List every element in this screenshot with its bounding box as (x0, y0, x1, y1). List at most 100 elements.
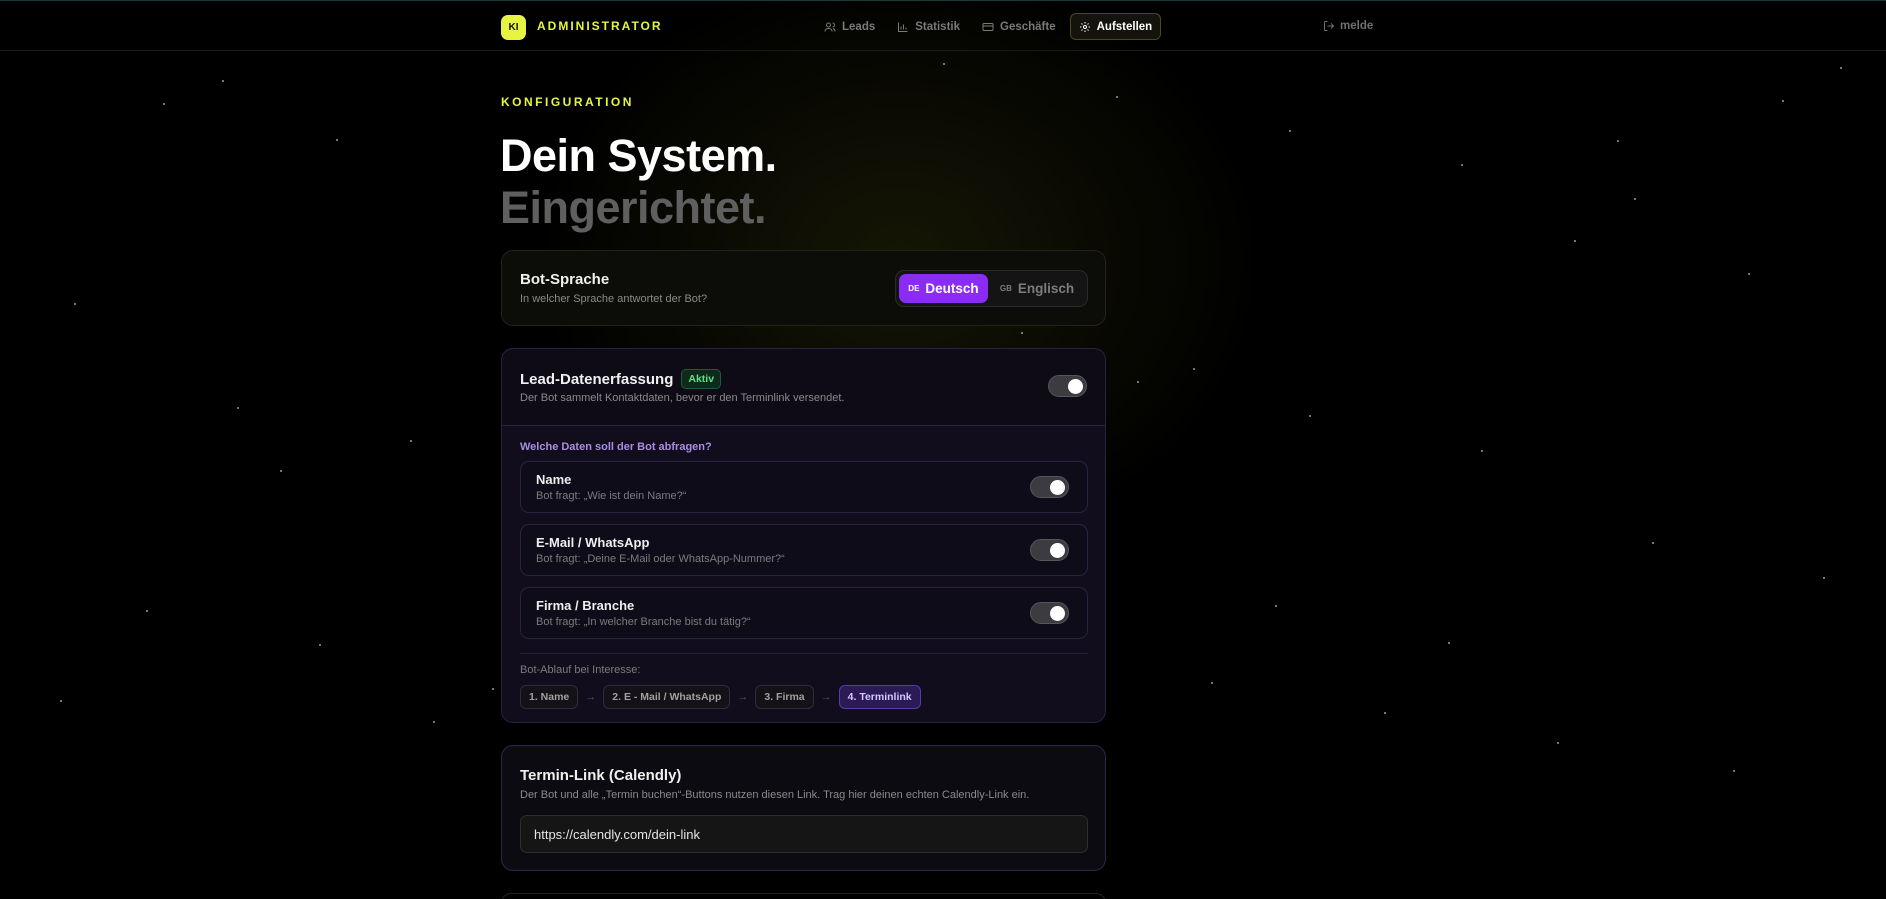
star (319, 644, 321, 646)
nav-statistik[interactable]: Statistik (889, 13, 968, 40)
star (492, 688, 494, 690)
language-option-deutsch-label: Deutsch (925, 281, 979, 296)
star (222, 80, 224, 82)
field-email-prompt: Bot fragt: „Deine E-Mail oder WhatsApp-N… (536, 553, 785, 565)
star (237, 407, 239, 409)
star (1782, 100, 1784, 102)
field-name-toggle[interactable] (1030, 476, 1069, 498)
nav-geschaefte[interactable]: Geschäfte (974, 13, 1064, 40)
lead-capture-card: Lead-Datenerfassung Aktiv Der Bot sammel… (501, 348, 1106, 723)
toggle-knob (1050, 543, 1065, 558)
brand-name: ADMINISTRATOR (537, 19, 663, 33)
star (163, 103, 165, 105)
flow-step-email: 2. E - Mail / WhatsApp (603, 685, 731, 709)
star (1840, 67, 1842, 69)
star (1448, 642, 1450, 644)
flow-arrow-icon: → (585, 691, 597, 703)
lead-capture-header: Lead-Datenerfassung Aktiv Der Bot sammel… (502, 349, 1105, 426)
flow-arrow-icon: → (820, 691, 832, 703)
calendly-link-input[interactable] (520, 815, 1088, 853)
nav-aufstellen[interactable]: Aufstellen (1069, 13, 1162, 40)
fields-question: Welche Daten soll der Bot abfragen? (520, 441, 712, 453)
nav-leads[interactable]: Leads (816, 13, 883, 40)
bot-flow: 1. Name → 2. E - Mail / WhatsApp → 3. Fi… (520, 685, 921, 709)
calendly-title: Termin-Link (Calendly) (520, 767, 682, 784)
toggle-knob (1050, 606, 1065, 621)
next-card-edge (501, 893, 1106, 899)
field-name-label: Name (536, 472, 572, 487)
page-title-line1: Dein System. (500, 130, 777, 181)
calendly-subtitle: Der Bot und alle „Termin buchen“-Buttons… (520, 789, 1030, 801)
star (1116, 96, 1118, 98)
logout-icon (1324, 21, 1335, 31)
flow-arrow-icon: → (737, 691, 749, 703)
star (1823, 577, 1825, 579)
star (336, 139, 338, 141)
language-option-englisch[interactable]: GB Englisch (992, 274, 1082, 303)
flow-step-company: 3. Firma (755, 685, 814, 709)
star (433, 721, 435, 723)
calendly-card: Termin-Link (Calendly) Der Bot und alle … (501, 745, 1106, 871)
flag-gb-icon: GB (999, 284, 1012, 293)
star (1289, 130, 1291, 132)
status-badge: Aktiv (681, 369, 722, 389)
flow-step-name: 1. Name (520, 685, 579, 709)
nav-leads-label: Leads (842, 20, 876, 33)
star (1733, 770, 1735, 772)
star (1652, 542, 1654, 544)
toggle-knob (1050, 480, 1065, 495)
lead-capture-body: Welche Daten soll der Bot abfragen? Name… (502, 426, 1105, 722)
star (1481, 450, 1483, 452)
logout-button[interactable]: melde (1323, 20, 1373, 32)
nav-statistik-label: Statistik (915, 20, 960, 33)
star (1193, 368, 1195, 370)
star (410, 440, 412, 442)
users-icon (824, 22, 836, 32)
language-option-englisch-label: Englisch (1017, 281, 1075, 296)
star (1137, 381, 1139, 383)
star (1309, 415, 1311, 417)
star (60, 700, 62, 702)
flag-de-icon: DE (908, 284, 920, 293)
star (146, 610, 148, 612)
field-name-prompt: Bot fragt: „Wie ist dein Name?“ (536, 490, 687, 502)
star (1748, 273, 1750, 275)
field-row-email: E-Mail / WhatsApp Bot fragt: „Deine E-Ma… (520, 524, 1088, 576)
lead-capture-subtitle: Der Bot sammelt Kontaktdaten, bevor er d… (520, 392, 845, 404)
top-nav: KI ADMINISTRATOR Leads Statistik Geschäf… (0, 1, 1886, 51)
field-row-company: Firma / Branche Bot fragt: „In welcher B… (520, 587, 1088, 639)
logo[interactable]: KI (501, 15, 526, 40)
star (1275, 605, 1277, 607)
page-title: Dein System. Eingerichtet. (500, 130, 777, 234)
star (943, 63, 945, 65)
flow-label: Bot-Ablauf bei Interesse: (520, 664, 641, 676)
section-eyebrow: KONFIGURATION (501, 95, 634, 109)
lead-capture-title-row: Lead-Datenerfassung Aktiv (520, 369, 722, 389)
star (1557, 742, 1559, 744)
logout-label: melde (1340, 20, 1374, 32)
field-email-toggle[interactable] (1030, 539, 1069, 561)
star (1461, 164, 1463, 166)
bot-language-subtitle: In welcher Sprache antwortet der Bot? (520, 293, 708, 305)
nav-links: Leads Statistik Geschäfte Aufstellen (816, 13, 1162, 40)
lead-capture-toggle[interactable] (1048, 375, 1087, 397)
language-option-deutsch[interactable]: DE Deutsch (899, 274, 988, 303)
star (280, 470, 282, 472)
gear-icon (1079, 21, 1090, 32)
star (1574, 240, 1576, 242)
field-email-label: E-Mail / WhatsApp (536, 535, 650, 550)
bot-language-text: Bot-Sprache In welcher Sprache antwortet… (520, 271, 707, 305)
nav-geschaefte-label: Geschäfte (1000, 20, 1056, 33)
nav-aufstellen-label: Aufstellen (1096, 20, 1153, 33)
language-switch: DE Deutsch GB Englisch (895, 270, 1088, 307)
star (1384, 712, 1386, 714)
divider (520, 653, 1088, 654)
star (74, 303, 76, 305)
field-company-prompt: Bot fragt: „In welcher Branche bist du t… (536, 616, 751, 628)
bot-language-card: Bot-Sprache In welcher Sprache antwortet… (501, 250, 1106, 326)
toggle-knob (1068, 379, 1083, 394)
star (1021, 332, 1023, 334)
bot-language-title: Bot-Sprache (520, 271, 610, 288)
field-company-toggle[interactable] (1030, 602, 1069, 624)
star (1634, 198, 1636, 200)
